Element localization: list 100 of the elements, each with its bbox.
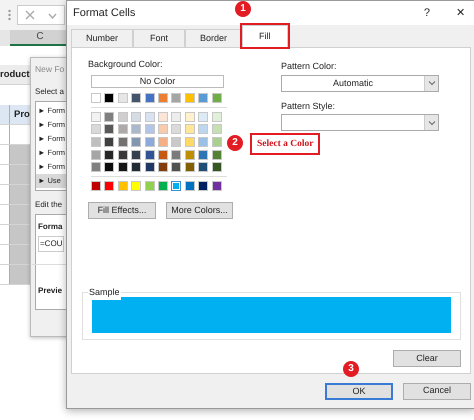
color-swatch[interactable] <box>212 124 222 134</box>
color-swatch[interactable] <box>131 112 142 122</box>
color-swatch[interactable] <box>198 124 208 134</box>
color-swatch[interactable] <box>184 124 195 134</box>
color-swatch[interactable] <box>158 112 168 122</box>
caret-icon <box>428 120 436 126</box>
color-swatch[interactable] <box>158 150 168 160</box>
tab[interactable]: Fill <box>242 25 288 47</box>
color-swatch[interactable] <box>118 181 128 192</box>
color-swatch[interactable] <box>171 112 182 122</box>
tab[interactable]: Number <box>71 29 134 47</box>
clear-button[interactable]: Clear <box>393 350 461 367</box>
color-swatch[interactable] <box>158 181 168 192</box>
color-swatch[interactable] <box>144 150 155 160</box>
color-swatch[interactable] <box>91 92 101 102</box>
color-swatch[interactable] <box>131 124 142 134</box>
tab[interactable]: Font <box>133 29 186 47</box>
color-swatch[interactable] <box>158 136 168 147</box>
color-swatch[interactable] <box>212 136 222 147</box>
caret-icon <box>428 80 436 86</box>
dialog-button[interactable]: Cancel <box>403 382 471 400</box>
color-swatch[interactable] <box>184 181 195 192</box>
color-swatch[interactable] <box>198 181 208 192</box>
color-swatch[interactable] <box>118 112 128 122</box>
cell-text: roduct <box>0 68 30 82</box>
color-swatch[interactable] <box>212 112 222 122</box>
color-swatch[interactable] <box>171 150 182 160</box>
field-label: Pattern Style: <box>281 100 336 113</box>
color-swatch[interactable] <box>131 181 142 192</box>
pattern-style-dropdown[interactable] <box>281 114 439 131</box>
color-swatch[interactable] <box>91 150 101 160</box>
color-swatch[interactable] <box>184 150 195 160</box>
color-swatch[interactable] <box>198 162 208 172</box>
field-label: Select a <box>35 86 65 98</box>
color-swatch[interactable] <box>144 181 155 192</box>
color-swatch[interactable] <box>118 92 128 102</box>
close-button[interactable]: ✕ <box>456 4 465 22</box>
color-swatch[interactable] <box>212 181 222 192</box>
color-swatch[interactable] <box>184 162 195 172</box>
color-swatch[interactable] <box>91 112 101 122</box>
color-swatch[interactable] <box>104 181 114 192</box>
more-colors-button[interactable]: More Colors... <box>166 202 233 220</box>
color-swatch[interactable] <box>171 92 182 102</box>
color-swatch[interactable] <box>118 136 128 147</box>
color-swatch[interactable] <box>144 162 155 172</box>
tab[interactable]: Border <box>185 29 242 47</box>
color-swatch[interactable] <box>104 124 114 134</box>
color-swatch[interactable] <box>91 136 101 147</box>
color-swatch[interactable] <box>198 92 208 102</box>
dialog-button[interactable]: OK <box>325 382 393 400</box>
color-swatch[interactable] <box>118 162 128 172</box>
color-swatch[interactable] <box>131 162 142 172</box>
color-swatch[interactable] <box>171 181 182 192</box>
field-label: Edit the <box>35 198 64 211</box>
color-swatch[interactable] <box>144 92 155 102</box>
color-swatch[interactable] <box>91 181 101 192</box>
dialog-title: New Fo <box>35 63 66 76</box>
cancel-icon <box>24 10 35 20</box>
field-label: Previe <box>38 284 64 297</box>
color-swatch[interactable] <box>131 92 142 102</box>
color-swatch[interactable] <box>91 162 101 172</box>
color-swatch[interactable] <box>144 136 155 147</box>
color-swatch[interactable] <box>198 150 208 160</box>
callout-label: Select a Color <box>250 133 320 156</box>
color-swatch[interactable] <box>104 112 114 122</box>
color-swatch[interactable] <box>184 92 195 102</box>
color-swatch[interactable] <box>104 92 114 102</box>
color-swatch[interactable] <box>131 150 142 160</box>
color-swatch[interactable] <box>184 136 195 147</box>
color-swatch[interactable] <box>158 162 168 172</box>
field-label: Pattern Color: <box>281 60 338 73</box>
caret-icon <box>48 11 58 19</box>
color-swatch[interactable] <box>144 112 155 122</box>
color-swatch[interactable] <box>118 150 128 160</box>
formula-field[interactable]: =COU <box>38 236 64 252</box>
help-button[interactable]: ? <box>424 4 430 22</box>
color-swatch[interactable] <box>212 162 222 172</box>
window-title: Format Cells <box>73 6 136 21</box>
color-swatch[interactable] <box>171 162 182 172</box>
color-swatch[interactable] <box>158 124 168 134</box>
no-color-button[interactable]: No Color <box>91 74 224 88</box>
color-swatch[interactable] <box>118 124 128 134</box>
color-swatch[interactable] <box>184 112 195 122</box>
color-swatch[interactable] <box>91 124 101 134</box>
color-swatch[interactable] <box>131 136 142 147</box>
color-swatch[interactable] <box>198 136 208 147</box>
grip-icon <box>8 9 11 21</box>
color-swatch[interactable] <box>158 92 168 102</box>
fill-effects-button[interactable]: Fill Effects... <box>88 202 156 220</box>
color-swatch[interactable] <box>104 162 114 172</box>
color-swatch[interactable] <box>171 124 182 134</box>
color-swatch[interactable] <box>212 150 222 160</box>
color-swatch[interactable] <box>198 112 208 122</box>
color-swatch[interactable] <box>171 136 182 147</box>
color-swatch[interactable] <box>104 136 114 147</box>
color-swatch[interactable] <box>144 124 155 134</box>
section-label: Sample <box>88 286 121 300</box>
color-swatch[interactable] <box>104 150 114 160</box>
pattern-color-dropdown[interactable]: Automatic <box>281 74 439 92</box>
color-swatch[interactable] <box>212 92 222 102</box>
